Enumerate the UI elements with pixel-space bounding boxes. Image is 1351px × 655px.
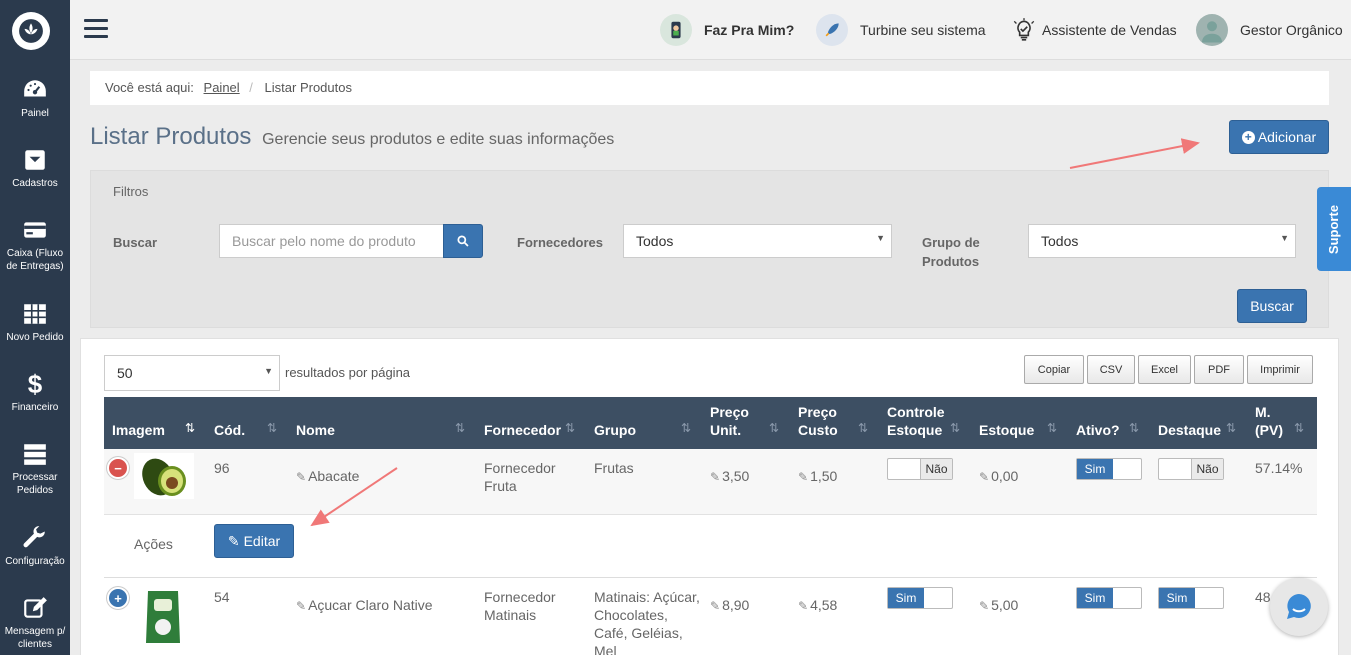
arrow-to-edit <box>310 467 398 527</box>
annotation-arrows <box>310 138 1200 527</box>
support-tab[interactable]: Suporte <box>1317 187 1351 271</box>
chat-icon <box>1287 594 1311 619</box>
support-label: Suporte <box>1326 204 1342 254</box>
chat-button[interactable] <box>1270 578 1328 636</box>
arrow-to-add <box>1069 138 1200 169</box>
